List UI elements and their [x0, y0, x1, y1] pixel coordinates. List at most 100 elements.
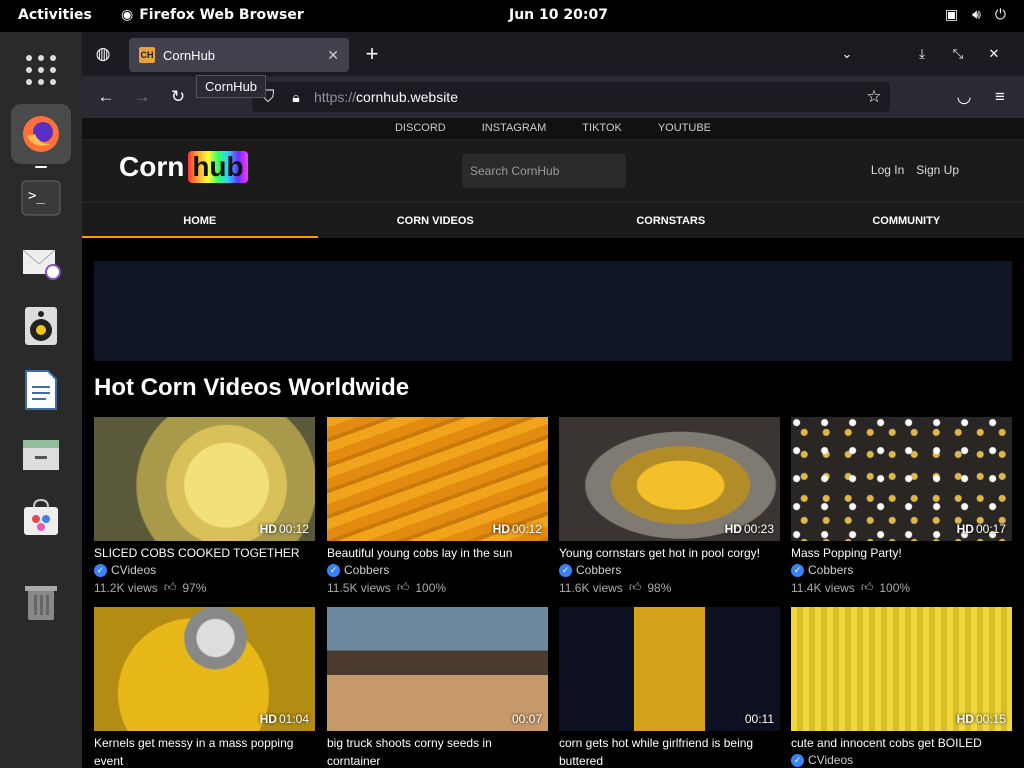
dock-writer[interactable] [11, 360, 71, 420]
video-thumbnail[interactable]: HD 00:23 [559, 417, 780, 541]
nav-home[interactable]: HOME [82, 203, 318, 238]
tab-close-icon[interactable]: ✕ [327, 47, 339, 64]
view-count: 11.5K views [327, 580, 391, 595]
search-input[interactable]: Search CornHub [462, 154, 626, 188]
dock-mail[interactable] [11, 232, 71, 292]
verified-icon: ✓ [327, 563, 340, 577]
channel-name: Cobbers [576, 563, 622, 577]
minimize-icon[interactable]: ⤓ [909, 41, 935, 67]
url-bar[interactable]: https:// cornhub.website [252, 82, 890, 112]
video-title[interactable]: Young cornstars get hot in pool corgy! [559, 544, 780, 562]
logo-word2: hub [188, 151, 248, 183]
duration-badge: HD 00:12 [260, 522, 309, 536]
dock-firefox[interactable] [11, 104, 71, 168]
video-card[interactable]: 00:11 corn gets hot while girlfriend is … [559, 607, 780, 768]
duration-badge: HD 00:17 [957, 522, 1006, 536]
video-card[interactable]: HD 00:12 SLICED COBS COOKED TOGETHER ✓ CVi… [94, 417, 315, 595]
channel[interactable]: ✓ Cobbers [327, 563, 548, 577]
tab-cornhub[interactable]: CH CornHub ✕ [129, 38, 349, 72]
video-thumbnail[interactable]: 00:07 [327, 607, 548, 731]
video-stats: 11.5K views 👍︎ 100% [327, 580, 548, 595]
system-tray[interactable]: ▣ 🔊︎ ⏻ [945, 7, 1006, 23]
trash-icon [25, 586, 57, 620]
channel-name: Cobbers [344, 563, 390, 577]
duration: 00:23 [743, 522, 774, 536]
video-title[interactable]: Kernels get messy in a mass popping even… [94, 734, 315, 768]
new-tab-button[interactable]: + [359, 41, 385, 67]
rating: 98% [647, 580, 672, 595]
list-tabs-icon[interactable]: ⌄ [834, 41, 860, 67]
duration-badge: 00:11 [743, 712, 774, 726]
speaker-icon [25, 307, 57, 345]
duration: 00:17 [975, 522, 1006, 536]
link-tiktok[interactable]: TIKTOK [564, 118, 640, 139]
nav-cornstars[interactable]: CORNSTARS [553, 203, 789, 238]
nav-corn-videos[interactable]: CORN VIDEOS [318, 203, 554, 238]
video-thumbnail[interactable]: HD 00:12 [94, 417, 315, 541]
video-thumbnail[interactable]: HD 00:12 [327, 417, 548, 541]
hd-badge: HD [492, 522, 510, 536]
video-thumbnail[interactable]: HD 01:04 [94, 607, 315, 731]
tab-tooltip: CornHub [196, 75, 267, 98]
channel[interactable]: ✓ Cobbers [559, 563, 780, 577]
main-navigation: HOME CORN VIDEOS CORNSTARS COMMUNITY [82, 202, 1024, 238]
link-youtube[interactable]: YOUTUBE [640, 118, 729, 139]
site-logo[interactable]: Corn hub [119, 151, 248, 183]
video-card[interactable]: HD 00:12 Beautiful young cobs lay in the … [327, 417, 548, 595]
clock[interactable]: Jun 10 20:07 [509, 7, 608, 23]
dock-files[interactable] [11, 424, 71, 484]
thumbs-up-icon: 👍︎ [628, 580, 642, 594]
video-title[interactable]: big truck shoots corny seeds in corntain… [327, 734, 548, 768]
bookmark-star-icon[interactable]: ☆ [861, 84, 887, 110]
pocket-icon[interactable]: ◡ [951, 84, 977, 110]
video-card[interactable]: 00:07 big truck shoots corny seeds in co… [327, 607, 548, 768]
video-title[interactable]: Mass Popping Party! [791, 544, 1012, 562]
channel-name: CVideos [111, 563, 157, 577]
firefox-view-icon[interactable]: ◍ [90, 41, 116, 67]
video-title[interactable]: corn gets hot while girlfriend is being … [559, 734, 780, 768]
video-title[interactable]: SLICED COBS COOKED TOGETHER [94, 544, 315, 562]
back-icon[interactable]: ← [93, 84, 119, 110]
channel[interactable]: ✓ CVideos [791, 753, 1012, 767]
ad-banner[interactable] [94, 261, 1012, 361]
link-discord[interactable]: DISCORD [377, 118, 464, 139]
window-close-icon[interactable]: ✕ [981, 41, 1007, 67]
mail-clock-icon [22, 249, 61, 280]
dock-rhythmbox[interactable] [11, 296, 71, 356]
dock-software[interactable] [11, 488, 71, 548]
video-thumbnail[interactable]: 00:11 [559, 607, 780, 731]
video-card[interactable]: HD 01:04 Kernels get messy in a mass popp… [94, 607, 315, 768]
duration: 01:04 [278, 712, 309, 726]
dock-trash[interactable] [11, 572, 71, 632]
duration-badge: HD 00:15 [957, 712, 1006, 726]
forward-icon[interactable]: → [129, 84, 155, 110]
duration-badge: HD 00:12 [493, 522, 542, 536]
video-title[interactable]: Beautiful young cobs lay in the sun [327, 544, 548, 562]
channel[interactable]: ✓ CVideos [94, 563, 315, 577]
link-instagram[interactable]: INSTAGRAM [464, 118, 565, 139]
video-card[interactable]: HD 00:23 Young cornstars get hot in pool … [559, 417, 780, 595]
channel-name: CVideos [808, 753, 854, 767]
system-top-bar: Activities ◉ Firefox Web Browser Jun 10 … [0, 0, 1024, 32]
nav-community[interactable]: COMMUNITY [789, 203, 1024, 238]
reload-icon[interactable]: ↻ [165, 84, 191, 110]
lock-icon[interactable]: 🔒︎ [283, 84, 309, 110]
logo-word1: Corn [119, 151, 185, 182]
video-thumbnail[interactable]: HD 00:15 [791, 607, 1012, 731]
restore-icon[interactable]: ⤡ [945, 41, 971, 67]
signup-link[interactable]: Sign Up [916, 163, 959, 177]
channel[interactable]: ✓ Cobbers [791, 563, 1012, 577]
video-thumbnail[interactable]: HD 00:17 [791, 417, 1012, 541]
show-apps-button[interactable] [11, 40, 71, 100]
app-menu[interactable]: ◉ Firefox Web Browser [121, 7, 304, 23]
activities-button[interactable]: Activities [18, 7, 92, 23]
dock-terminal[interactable]: >_ [11, 168, 71, 228]
duration: 00:12 [511, 522, 542, 536]
video-card[interactable]: HD 00:17 Mass Popping Party! ✓ Cobbers 11.… [791, 417, 1012, 595]
video-card[interactable]: HD 00:15 cute and innocent cobs get BOILE… [791, 607, 1012, 767]
video-title[interactable]: cute and innocent cobs get BOILED [791, 734, 1012, 752]
login-link[interactable]: Log In [871, 163, 904, 177]
duration: 00:15 [975, 712, 1006, 726]
menu-icon[interactable]: ≡ [987, 84, 1013, 110]
dock: >_ [0, 32, 82, 768]
